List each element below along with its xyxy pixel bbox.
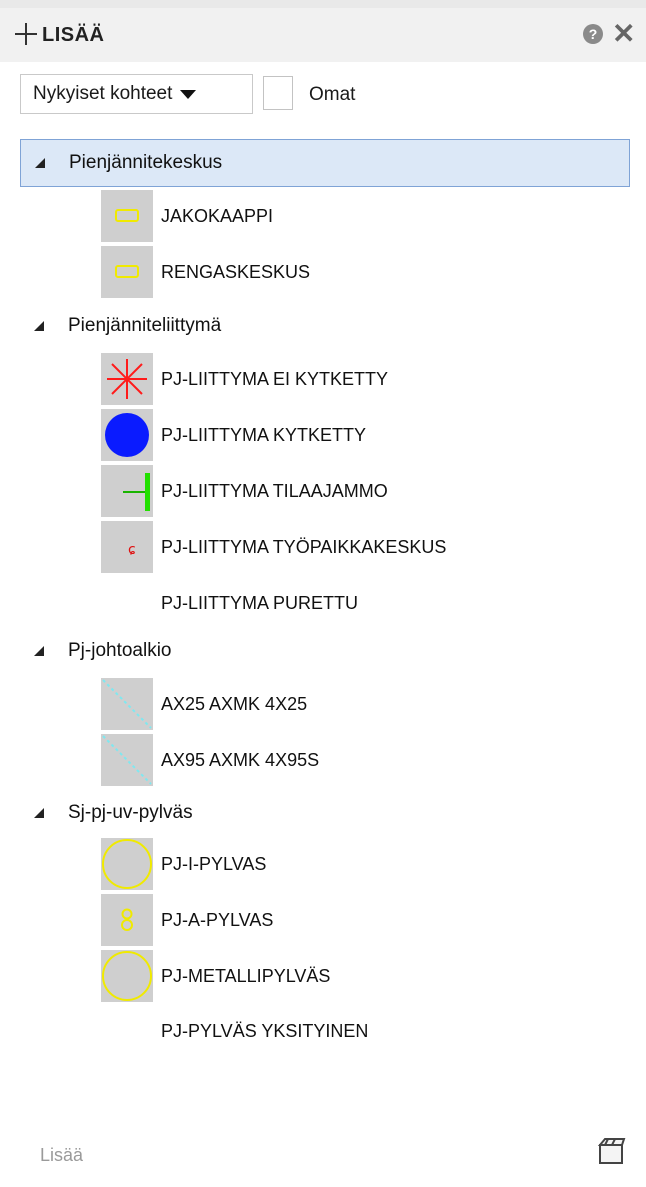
tree-group-label: Pienjänniteliittymä bbox=[68, 315, 222, 336]
svg-text:ɕ: ɕ bbox=[128, 542, 136, 558]
tree-item-jakokaappi[interactable]: JAKOKAAPPI bbox=[101, 190, 273, 242]
tree-group-pienjannitekeskus[interactable]: Pienjännitekeskus bbox=[20, 139, 630, 187]
yellow-circle-icon bbox=[101, 838, 153, 890]
tree-item-label: PJ-LIITTYMA EI KYTKETTY bbox=[161, 368, 389, 389]
collapse-triangle-icon[interactable] bbox=[35, 158, 45, 168]
tree-item-pj-metallipylvas[interactable]: PJ-METALLIPYLVÄS bbox=[101, 950, 330, 1002]
footer-add-label[interactable]: Lisää bbox=[40, 1145, 83, 1166]
collapse-triangle-icon[interactable] bbox=[34, 646, 44, 656]
tree-item-ax95[interactable]: AX95 AXMK 4X95S bbox=[101, 734, 319, 786]
own-checkbox-label: Omat bbox=[309, 84, 356, 105]
close-icon[interactable]: ✕ bbox=[612, 20, 640, 48]
tree-item-pj-i-pylvas[interactable]: PJ-I-PYLVAS bbox=[101, 838, 266, 890]
tree-item-label: PJ-LIITTYMA KYTKETTY bbox=[161, 424, 367, 445]
tree-group-sj-pj-uv-pylvas[interactable]: Sj-pj-uv-pylväs bbox=[20, 789, 630, 837]
tree-item-label: PJ-I-PYLVAS bbox=[161, 853, 267, 874]
tree-item-label: PJ-A-PYLVAS bbox=[161, 909, 274, 930]
tree-item-label: PJ-LIITTYMA TILAAJAMMO bbox=[161, 480, 388, 501]
tree-item-label: PJ-PYLVÄS YKSITYINEN bbox=[161, 1020, 369, 1041]
tree-item-label: RENGASKESKUS bbox=[161, 261, 311, 282]
tree-item-pj-liittyma-tyopaikkakeskus[interactable]: ɕ PJ-LIITTYMA TYÖPAIKKAKESKUS bbox=[101, 521, 446, 573]
tree-group-label: Pienjännitekeskus bbox=[69, 152, 223, 173]
filter-dropdown-value: Nykyiset kohteet bbox=[33, 83, 173, 104]
chevron-down-icon bbox=[180, 89, 197, 99]
tree-item-pj-liittyma-ei-kytketty[interactable]: PJ-LIITTYMA EI KYTKETTY bbox=[101, 353, 388, 405]
tree-item-label: AX25 AXMK 4X25 bbox=[161, 693, 308, 714]
tree-group-pienjanniteliittyma[interactable]: Pienjänniteliittymä bbox=[20, 302, 630, 350]
own-checkbox[interactable] bbox=[263, 76, 293, 110]
cyan-diagonal-icon bbox=[101, 678, 153, 730]
green-tee-icon bbox=[101, 465, 153, 517]
tree-item-ax25[interactable]: AX25 AXMK 4X25 bbox=[101, 678, 307, 730]
red-asterisk-icon bbox=[101, 353, 153, 405]
cyan-diagonal-icon bbox=[101, 734, 153, 786]
yellow-rectangle-icon bbox=[101, 190, 153, 242]
yellow-rectangle-icon bbox=[101, 246, 153, 298]
tree-item-pj-liittyma-tilaajammo[interactable]: PJ-LIITTYMA TILAAJAMMO bbox=[101, 465, 388, 517]
empty-icon bbox=[101, 1005, 153, 1057]
tree-item-label: PJ-LIITTYMA PURETTU bbox=[161, 592, 359, 613]
tree-item-pj-a-pylvas[interactable]: PJ-A-PYLVAS bbox=[101, 894, 273, 946]
collapse-triangle-icon[interactable] bbox=[34, 808, 44, 818]
panel-title: LISÄÄ bbox=[42, 24, 105, 46]
empty-icon bbox=[101, 577, 153, 629]
tree-group-label: Pj-johtoalkio bbox=[68, 640, 172, 661]
tree-item-label: JAKOKAAPPI bbox=[161, 205, 274, 226]
panel-header: LISÄÄ ? ✕ bbox=[0, 8, 646, 62]
tree-item-pj-liittyma-purettu[interactable]: PJ-LIITTYMA PURETTU bbox=[101, 577, 358, 629]
plus-icon bbox=[12, 20, 40, 48]
red-mark-icon: ɕ bbox=[101, 521, 153, 573]
filter-dropdown[interactable]: Nykyiset kohteet bbox=[20, 74, 253, 114]
tree-item-label: PJ-LIITTYMA TYÖPAIKKAKESKUS bbox=[161, 536, 447, 557]
yellow-eight-icon bbox=[101, 894, 153, 946]
tree-group-label: Sj-pj-uv-pylväs bbox=[68, 802, 193, 823]
tree-item-label: AX95 AXMK 4X95S bbox=[161, 749, 320, 770]
tree-item-label: PJ-METALLIPYLVÄS bbox=[161, 965, 331, 986]
tree-item-pj-liittyma-kytketty[interactable]: PJ-LIITTYMA KYTKETTY bbox=[101, 409, 366, 461]
tree-item-pj-pylvas-yksityinen[interactable]: PJ-PYLVÄS YKSITYINEN bbox=[101, 1005, 368, 1057]
panel-top-edge bbox=[0, 0, 646, 8]
clapperboard-icon[interactable] bbox=[597, 1136, 627, 1166]
yellow-circle-icon bbox=[101, 950, 153, 1002]
blue-circle-icon bbox=[101, 409, 153, 461]
help-icon[interactable]: ? bbox=[583, 24, 603, 44]
collapse-triangle-icon[interactable] bbox=[34, 321, 44, 331]
tree-item-rengaskeskus[interactable]: RENGASKESKUS bbox=[101, 246, 310, 298]
tree-group-pj-johtoalkio[interactable]: Pj-johtoalkio bbox=[20, 627, 630, 675]
